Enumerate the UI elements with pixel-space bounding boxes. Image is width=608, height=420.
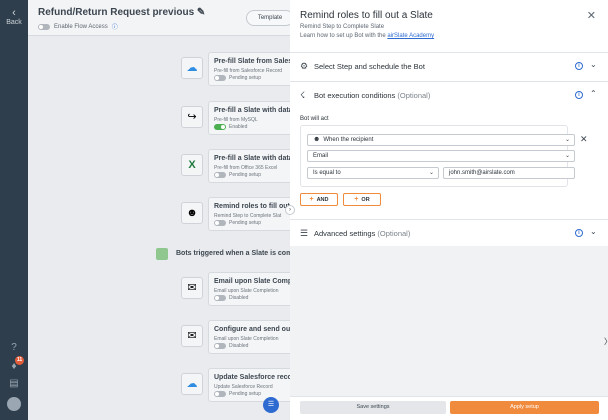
info-icon[interactable]: i [575, 62, 583, 70]
apply-setup-button[interactable]: Apply setup [450, 401, 599, 414]
sliders-icon: ☰ [300, 228, 309, 238]
info-icon[interactable]: i [575, 91, 583, 99]
back-button[interactable]: ‹ Back [0, 7, 28, 27]
document-icon[interactable]: ▤ [7, 377, 21, 391]
learn-text: Learn how to set up Bot with the airSlat… [300, 33, 435, 39]
excel-icon: X [181, 154, 203, 176]
value-input[interactable]: john.smith@airslate.com [443, 167, 575, 179]
enable-flow-toggle[interactable] [38, 23, 50, 30]
bot-toggle[interactable] [214, 220, 226, 226]
panel-title: Remind roles to fill out a Slate [300, 10, 433, 21]
collapse-panel-icon[interactable]: › [285, 205, 295, 215]
avatar[interactable] [7, 397, 21, 411]
flow-title[interactable]: Refund/Return Request previous ✎ [38, 7, 205, 18]
hierarchy-icon: ☇ [300, 90, 306, 100]
remove-condition-icon[interactable]: ✕ [580, 134, 588, 145]
help-icon[interactable]: ? [7, 341, 21, 355]
section-icon [156, 248, 168, 260]
remind-roles-icon: ☻ [181, 202, 203, 224]
email-icon: ✉ [181, 325, 203, 347]
field-select[interactable]: Email ⌄ [307, 150, 575, 162]
bot-will-act-label: Bot will act [300, 116, 329, 122]
notification-badge: 11 [15, 356, 24, 365]
chat-icon[interactable]: ☰ [263, 397, 279, 413]
salesforce-icon: ☁ [181, 373, 203, 395]
and-button[interactable]: + AND [300, 193, 338, 206]
chevron-down-icon[interactable]: ⌄ [590, 60, 597, 69]
save-settings-button[interactable]: Save settings [300, 401, 446, 414]
left-rail: ‹ Back ? ♦ 11 ▤ [0, 0, 28, 420]
bot-toggle[interactable] [214, 295, 226, 301]
chevron-left-icon: ‹ [12, 7, 16, 19]
or-button[interactable]: + OR [343, 193, 381, 206]
plus-icon: + [354, 196, 359, 203]
person-icon: ☻ [313, 136, 321, 143]
flow-header: Refund/Return Request previous ✎ Enable … [28, 0, 290, 36]
bot-toggle[interactable] [214, 75, 226, 81]
chevron-up-icon[interactable]: ⌃ [590, 89, 597, 98]
close-icon[interactable]: ✕ [587, 9, 596, 22]
chevron-down-icon: ⌄ [428, 170, 434, 176]
template-button[interactable]: Template [246, 10, 290, 26]
info-icon[interactable]: ⓘ [112, 22, 118, 31]
back-label: Back [6, 19, 22, 26]
panel-empty-area [290, 246, 608, 396]
bot-toggle[interactable] [214, 124, 226, 130]
chevron-down-icon: ⌄ [564, 153, 570, 159]
email-icon: ✉ [181, 277, 203, 299]
bot-toggle[interactable] [214, 172, 226, 178]
bot-toggle[interactable] [214, 343, 226, 349]
pencil-icon[interactable]: ✎ [197, 7, 205, 18]
chevron-down-icon: ⌄ [564, 137, 570, 143]
bot-toggle[interactable] [214, 391, 226, 397]
chevron-down-icon[interactable]: ⌄ [590, 227, 597, 236]
subject-select[interactable]: ☻ When the recipient ⌄ [307, 134, 575, 146]
academy-link[interactable]: airSlate Academy [387, 33, 434, 39]
enable-flow-access: Enable Flow Access ⓘ [38, 22, 118, 31]
section-schedule[interactable]: ⚙ Select Step and schedule the Bot i ⌄ [290, 52, 608, 81]
operator-select[interactable]: Is equal to ⌄ [307, 167, 439, 179]
mysql-icon: ↪ [181, 106, 203, 128]
panel-footer: Save settings Apply setup [290, 396, 608, 420]
gear-icon: ⚙ [300, 61, 309, 71]
section-advanced[interactable]: ☰ Advanced settings (Optional) i ⌄ [290, 219, 608, 248]
app-root: ‹ Back ? ♦ 11 ▤ Refund/Return Request pr… [0, 0, 608, 420]
info-icon[interactable]: i [575, 229, 583, 237]
plus-icon: + [309, 196, 314, 203]
section-conditions[interactable]: ☇ Bot execution conditions (Optional) i … [290, 81, 608, 110]
section-heading: Bots triggered when a Slate is com [176, 250, 293, 257]
panel-subtitle: Remind Step to Complete Slate [300, 24, 385, 30]
salesforce-icon: ☁ [181, 57, 203, 79]
cursor-icon: 〉 [604, 336, 608, 347]
